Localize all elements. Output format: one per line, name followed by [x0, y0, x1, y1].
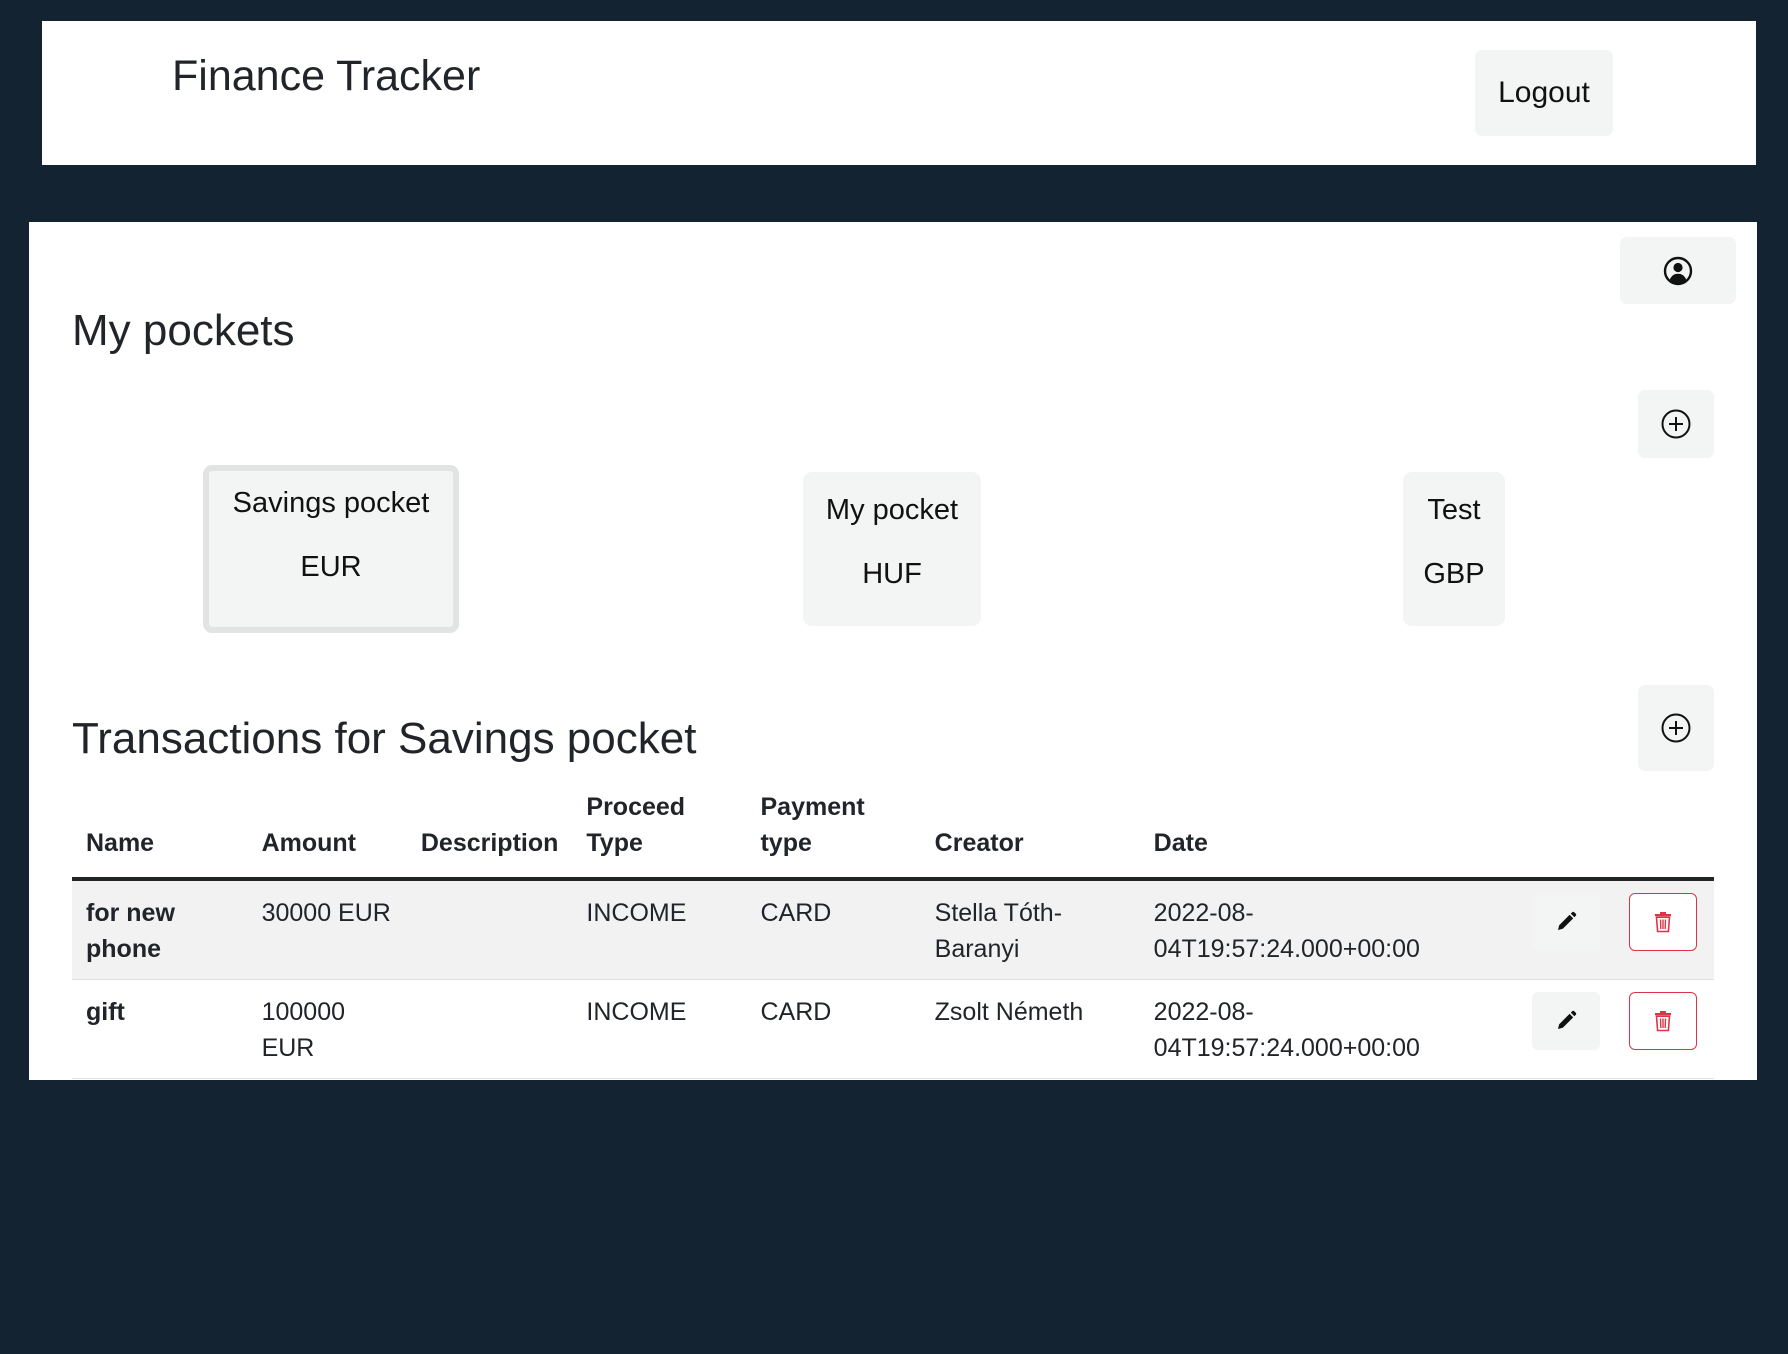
pocket-currency: EUR: [300, 551, 362, 583]
pockets-heading: My pockets: [72, 306, 295, 355]
column-header-date: Date: [1139, 777, 1519, 881]
edit-transaction-button[interactable]: [1532, 893, 1601, 951]
pencil-icon: [1558, 911, 1577, 930]
main-panel: My pockets Savings pocket EUR My pocket …: [29, 222, 1757, 1080]
add-pocket-button[interactable]: [1638, 390, 1714, 458]
delete-transaction-button[interactable]: [1629, 893, 1697, 951]
pocket-currency: HUF: [862, 558, 922, 590]
transactions-table: Name Amount Description Proceed Type Pay…: [72, 777, 1714, 1079]
user-circle-icon: [1663, 256, 1693, 285]
profile-button[interactable]: [1620, 237, 1736, 304]
column-header-name: Name: [72, 777, 248, 881]
cell-description: [406, 879, 573, 980]
column-header-amount: Amount: [247, 777, 407, 881]
cell-date: 2022-08-04T19:57:24.000+00:00: [1139, 979, 1519, 1079]
column-header-delete: [1615, 777, 1714, 881]
pocket-card-savings[interactable]: Savings pocket EUR: [203, 465, 459, 633]
pocket-currency: GBP: [1423, 558, 1485, 590]
pocket-name: My pocket: [825, 494, 959, 526]
cell-creator: Zsolt Németh: [920, 979, 1140, 1079]
pocket-card-my-pocket[interactable]: My pocket HUF: [803, 472, 981, 626]
cell-payment-type: CARD: [746, 979, 921, 1079]
cell-name: gift: [72, 979, 248, 1079]
edit-transaction-button[interactable]: [1532, 992, 1601, 1050]
trash-icon: [1655, 1011, 1671, 1032]
app-title: Finance Tracker: [172, 52, 481, 100]
transactions-heading: Transactions for Savings pocket: [72, 714, 697, 763]
cell-amount: 30000 EUR: [247, 879, 407, 980]
cell-name: for new phone: [72, 879, 248, 980]
cell-proceed-type: INCOME: [572, 879, 747, 980]
column-header-payment-type: Payment type: [746, 777, 921, 881]
logout-button[interactable]: Logout: [1475, 50, 1613, 136]
cell-delete: [1615, 879, 1714, 980]
table-row: for new phone 30000 EUR INCOME CARD Stel…: [72, 879, 1714, 980]
cell-amount: 100000 EUR: [247, 979, 407, 1079]
pocket-card-test[interactable]: Test GBP: [1403, 472, 1505, 626]
top-navbar: Finance Tracker Logout: [42, 21, 1756, 165]
column-header-proceed-type: Proceed Type: [572, 777, 747, 881]
cell-edit: [1518, 979, 1615, 1079]
add-transaction-button[interactable]: [1638, 685, 1714, 771]
column-header-creator: Creator: [920, 777, 1140, 881]
plus-circle-icon: [1661, 409, 1691, 439]
column-header-description: Description: [406, 777, 573, 881]
column-header-edit: [1518, 777, 1615, 881]
cell-proceed-type: INCOME: [572, 979, 747, 1079]
cell-delete: [1615, 979, 1714, 1079]
cell-payment-type: CARD: [746, 879, 921, 980]
cell-date: 2022-08-04T19:57:24.000+00:00: [1139, 879, 1519, 980]
table-row: gift 100000 EUR INCOME CARD Zsolt Németh…: [72, 979, 1714, 1079]
table-header-row: Name Amount Description Proceed Type Pay…: [72, 777, 1714, 881]
cell-edit: [1518, 879, 1615, 980]
pencil-icon: [1558, 1010, 1577, 1029]
pocket-name: Savings pocket: [232, 487, 430, 519]
delete-transaction-button[interactable]: [1629, 992, 1697, 1050]
trash-icon: [1655, 912, 1671, 933]
pocket-name: Test: [1427, 494, 1481, 526]
cell-creator: Stella Tóth-Baranyi: [920, 879, 1140, 980]
plus-circle-icon: [1661, 713, 1691, 743]
cell-description: [406, 979, 573, 1079]
